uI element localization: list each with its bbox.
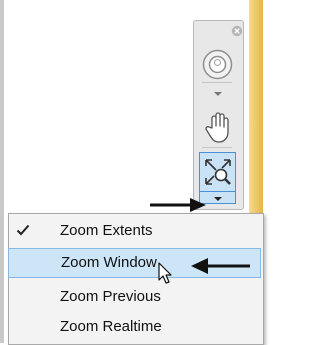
chevron-down-icon[interactable] xyxy=(213,91,223,97)
menu-item-zoom-realtime[interactable]: Zoom Realtime xyxy=(8,312,261,342)
menu-item-zoom-previous[interactable]: Zoom Previous xyxy=(8,282,261,312)
background-left-edge xyxy=(0,0,4,343)
checkmark-icon xyxy=(16,224,30,236)
black-arrow-icon xyxy=(150,198,206,212)
menu-item-label: Zoom Realtime xyxy=(60,318,162,335)
menu-item-label: Zoom Extents xyxy=(60,222,153,239)
close-icon[interactable] xyxy=(231,25,243,37)
zoom-button-divider xyxy=(199,191,236,192)
zoom-extents-icon[interactable] xyxy=(202,156,234,188)
toolbar-separator xyxy=(202,147,232,148)
steering-wheel-icon[interactable] xyxy=(201,48,234,81)
pan-hand-icon[interactable] xyxy=(203,110,233,144)
black-arrow-icon xyxy=(191,258,250,274)
menu-item-zoom-extents[interactable]: Zoom Extents xyxy=(8,216,261,246)
chevron-down-icon[interactable] xyxy=(213,196,223,202)
mouse-pointer-icon xyxy=(158,262,172,284)
toolbar-separator xyxy=(202,82,232,83)
menu-item-label: Zoom Window xyxy=(61,254,157,271)
menu-item-label: Zoom Previous xyxy=(60,288,161,305)
